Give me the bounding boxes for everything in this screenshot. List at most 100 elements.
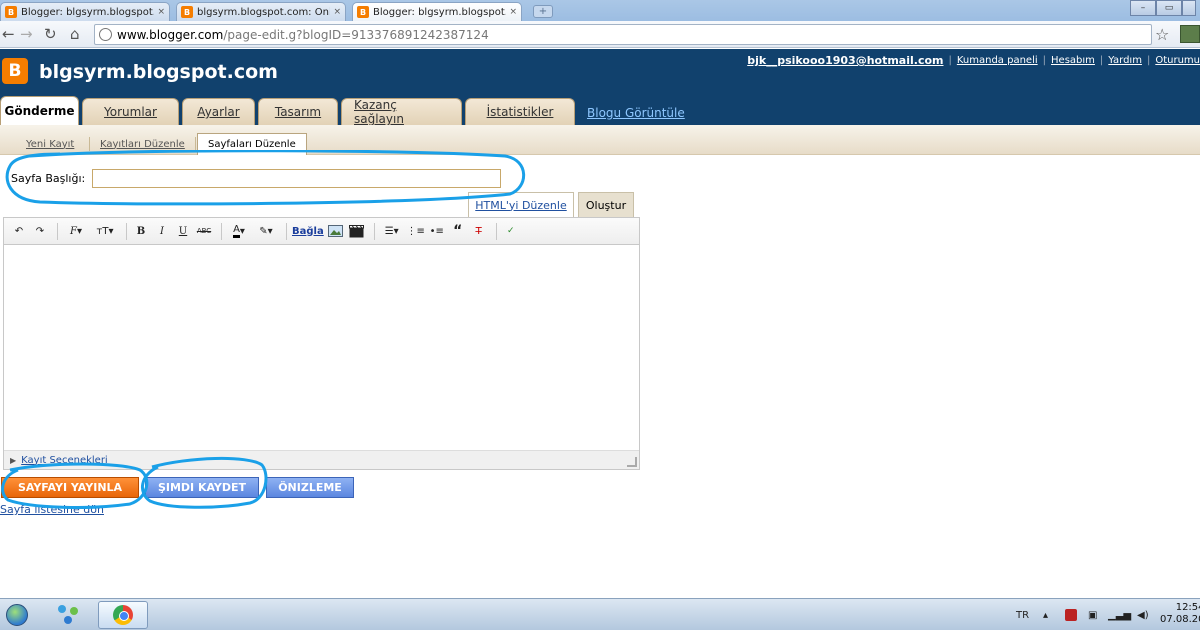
back-to-pages-link[interactable]: Sayfa listesine dön bbox=[0, 503, 104, 516]
browser-tab-3[interactable]: B Blogger: blgsyrm.blogspot.c × bbox=[352, 2, 522, 21]
toolbar-separator bbox=[373, 222, 375, 240]
font-label: F bbox=[70, 225, 77, 237]
nav-separator: | bbox=[1099, 55, 1104, 66]
close-window-button[interactable] bbox=[1182, 0, 1196, 16]
tab-design[interactable]: Tasarım bbox=[258, 98, 338, 125]
tab-monetize[interactable]: Kazanç sağlayın bbox=[341, 98, 462, 126]
signout-link[interactable]: Oturumu bbox=[1155, 55, 1200, 66]
reload-icon[interactable]: ↻ bbox=[44, 25, 57, 43]
nav-separator: | bbox=[1146, 55, 1151, 66]
align-dropdown-icon[interactable]: ☰▾ bbox=[380, 222, 404, 240]
taskbar-app-chrome[interactable] bbox=[98, 601, 148, 629]
maximize-button[interactable]: ▭ bbox=[1156, 0, 1182, 16]
font-family-dropdown[interactable]: F ▾ bbox=[63, 222, 89, 240]
font-size-label: ᴛT bbox=[96, 225, 109, 237]
blogger-logo-icon[interactable]: B bbox=[2, 58, 28, 84]
font-size-dropdown[interactable]: ᴛT ▾ bbox=[92, 222, 118, 240]
redo-icon[interactable]: ↷ bbox=[31, 222, 49, 240]
underline-button[interactable]: U bbox=[174, 222, 192, 240]
network-signal-icon[interactable]: ▁▃▅ bbox=[1108, 599, 1131, 630]
back-icon[interactable]: ← bbox=[2, 25, 15, 43]
volume-icon[interactable]: ◀) bbox=[1137, 599, 1149, 630]
show-hidden-icons-icon[interactable]: ▴ bbox=[1043, 599, 1048, 630]
italic-button[interactable]: I bbox=[153, 222, 171, 240]
user-email-link[interactable]: bjk__psikooo1903@hotmail.com bbox=[747, 54, 943, 67]
clock-date: 07.08.20 bbox=[1160, 614, 1200, 625]
browser-tab-strip: B Blogger: blgsyrm.blogspot.c × B blgsyr… bbox=[0, 0, 1200, 21]
blockquote-icon[interactable]: “ bbox=[449, 222, 467, 240]
start-button[interactable] bbox=[0, 600, 34, 630]
subtab-new-post[interactable]: Yeni Kayıt bbox=[16, 133, 84, 155]
system-clock[interactable]: 12:54 07.08.20 bbox=[1160, 602, 1200, 626]
subtab-separator bbox=[195, 137, 196, 151]
home-icon[interactable]: ⌂ bbox=[70, 25, 80, 43]
expand-triangle-icon[interactable]: ▶ bbox=[10, 456, 16, 465]
windows-orb-icon bbox=[6, 604, 28, 626]
bookmark-star-icon[interactable]: ☆ bbox=[1155, 25, 1169, 44]
globe-icon bbox=[99, 28, 112, 41]
clock-time: 12:54 bbox=[1175, 602, 1200, 613]
toolbar-separator bbox=[286, 222, 287, 240]
remove-format-icon[interactable]: T̶ bbox=[470, 222, 488, 240]
spellcheck-icon[interactable]: ✓ bbox=[502, 222, 520, 240]
blog-title: blgsyrm.blogspot.com bbox=[39, 61, 278, 83]
highlight-color-icon[interactable]: ✎▾ bbox=[254, 222, 278, 240]
browser-tab-2[interactable]: B blgsyrm.blogspot.com: Öni × bbox=[176, 2, 346, 21]
subtab-edit-posts[interactable]: Kayıtları Düzenle bbox=[90, 133, 195, 155]
undo-icon[interactable]: ↶ bbox=[10, 222, 28, 240]
page-title-label: Sayfa Başlığı: bbox=[11, 172, 86, 185]
help-link[interactable]: Yardım bbox=[1108, 55, 1142, 66]
main-tabs: Gönderme Yorumlar Ayarlar Tasarım Kazanç… bbox=[0, 96, 575, 126]
subtab-edit-pages[interactable]: Sayfaları Düzenle bbox=[197, 133, 307, 155]
address-bar[interactable]: www.blogger.com /page-edit.g?blogID=9133… bbox=[94, 24, 1152, 45]
device-tray-icon[interactable]: ▣ bbox=[1088, 599, 1097, 630]
insert-image-icon[interactable] bbox=[327, 222, 345, 240]
post-options-link[interactable]: Kayıt Seçenekleri bbox=[21, 455, 108, 466]
browser-tab-title: Blogger: blgsyrm.blogspot.c bbox=[21, 6, 155, 18]
bold-button[interactable]: B bbox=[132, 222, 150, 240]
bullet-list-icon[interactable]: •≡ bbox=[428, 222, 446, 240]
tab-stats[interactable]: İstatistikler bbox=[465, 98, 575, 125]
toolbar-separator bbox=[495, 222, 497, 240]
account-nav: bjk__psikooo1903@hotmail.com | Kumanda p… bbox=[747, 54, 1200, 67]
resize-grip-icon[interactable] bbox=[627, 457, 637, 467]
tab-edit-html[interactable]: HTML'yi Düzenle bbox=[468, 192, 574, 217]
page-title-input[interactable] bbox=[92, 169, 501, 188]
numbered-list-icon[interactable]: ⋮≡ bbox=[407, 222, 425, 240]
forward-icon[interactable]: → bbox=[20, 25, 33, 43]
toolbar-separator bbox=[126, 222, 127, 240]
save-now-button[interactable]: ŞIMDI KAYDET bbox=[145, 477, 259, 498]
preview-button[interactable]: ÖNIZLEME bbox=[266, 477, 354, 498]
editor-content-area[interactable] bbox=[4, 245, 639, 448]
close-icon[interactable]: × bbox=[157, 7, 165, 17]
tab-posting[interactable]: Gönderme bbox=[0, 96, 79, 125]
tab-settings[interactable]: Ayarlar bbox=[182, 98, 255, 125]
insert-video-icon[interactable] bbox=[348, 222, 366, 240]
post-editor: ↶ ↷ F ▾ ᴛT ▾ B I U ABC A ▾ ✎▾ Bağla ☰▾ ⋮≡ •… bbox=[3, 217, 640, 470]
link-button[interactable]: Bağla bbox=[292, 222, 324, 240]
close-icon[interactable]: × bbox=[509, 7, 517, 17]
extension-icon[interactable] bbox=[1180, 25, 1200, 43]
browser-toolbar: ← → ↻ ⌂ www.blogger.com /page-edit.g?blo… bbox=[0, 21, 1200, 48]
taskbar-app-messenger[interactable] bbox=[44, 601, 94, 629]
close-icon[interactable]: × bbox=[333, 7, 341, 17]
browser-tab-title: Blogger: blgsyrm.blogspot.c bbox=[373, 6, 507, 18]
view-blog-link[interactable]: Blogu Görüntüle bbox=[587, 106, 685, 120]
text-color-button[interactable]: A ▾ bbox=[227, 222, 251, 240]
nav-separator: | bbox=[1042, 55, 1047, 66]
dashboard-link[interactable]: Kumanda paneli bbox=[957, 55, 1038, 66]
chrome-icon bbox=[113, 605, 133, 625]
url-host: www.blogger.com bbox=[117, 27, 224, 42]
tab-compose[interactable]: Oluştur bbox=[578, 192, 634, 217]
browser-tab-1[interactable]: B Blogger: blgsyrm.blogspot.c × bbox=[0, 2, 170, 21]
publish-page-button[interactable]: SAYFAYI YAYINLA bbox=[1, 477, 139, 498]
tab-comments[interactable]: Yorumlar bbox=[82, 98, 179, 125]
new-tab-button[interactable]: + bbox=[533, 5, 553, 18]
strikethrough-button[interactable]: ABC bbox=[195, 222, 213, 240]
account-link[interactable]: Hesabım bbox=[1051, 55, 1095, 66]
language-indicator[interactable]: TR bbox=[1016, 599, 1029, 630]
minimize-button[interactable]: – bbox=[1130, 0, 1156, 16]
antivirus-tray-icon[interactable] bbox=[1065, 599, 1077, 630]
window-controls: – ▭ bbox=[1130, 0, 1196, 16]
blogger-favicon-icon: B bbox=[181, 6, 193, 18]
